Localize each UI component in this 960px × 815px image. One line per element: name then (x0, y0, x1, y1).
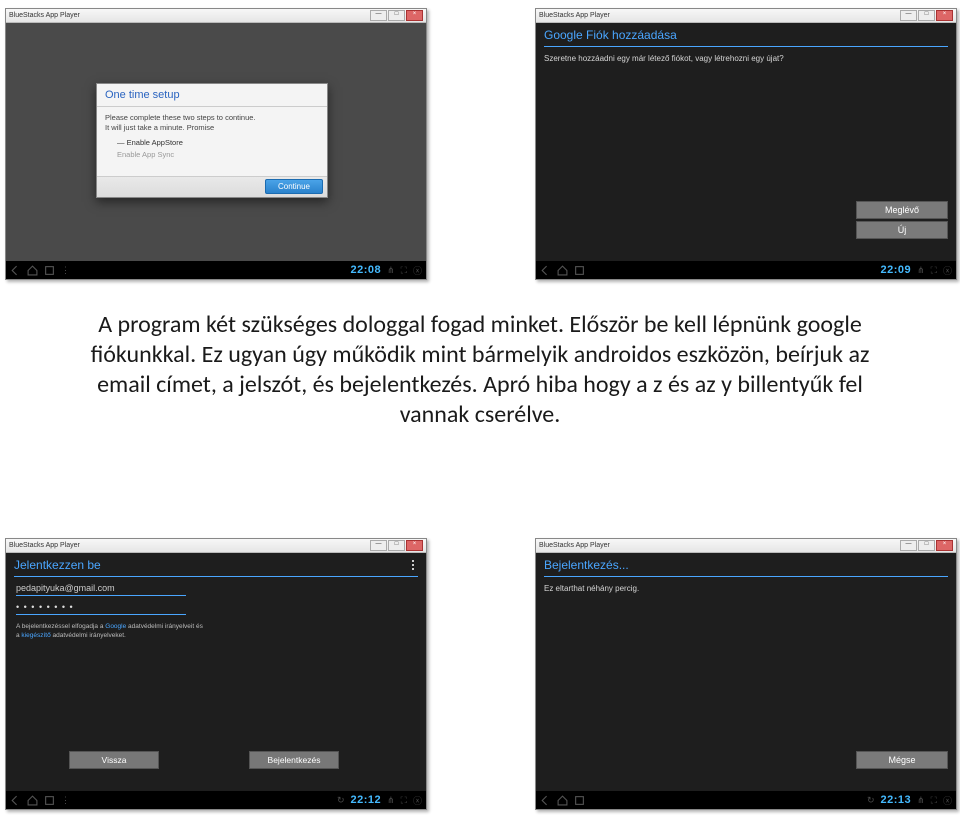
continue-button[interactable]: Continue (265, 179, 323, 194)
recent-apps-icon[interactable] (574, 265, 585, 276)
wait-message: Ez eltarthat néhány percig. (536, 583, 956, 594)
dialog-body: Please complete these two steps to conti… (97, 107, 327, 176)
cancel-button[interactable]: Mégse (856, 751, 948, 769)
window-title: BlueStacks App Player (539, 12, 900, 19)
one-time-setup-dialog: One time setup Please complete these two… (96, 83, 328, 198)
email-field[interactable]: pedapityuka@gmail.com (16, 583, 186, 596)
home-icon[interactable] (557, 795, 568, 806)
window-buttons: — □ × (900, 540, 953, 551)
share-icon[interactable]: ⋔ (387, 265, 395, 276)
sync-icon: ↻ (867, 795, 875, 806)
window-buttons: — □ × (900, 10, 953, 21)
back-icon[interactable] (540, 265, 551, 276)
setup-step-appsync: Enable App Sync (117, 149, 319, 161)
password-field[interactable]: • • • • • • • • (16, 602, 186, 615)
window-close-button[interactable]: × (406, 10, 423, 21)
window-maximize-button[interactable]: □ (388, 540, 405, 551)
android-nav-bar: ⋮ ↻ 22:12 ⋔ ⛶ ⓧ (6, 791, 426, 809)
home-icon[interactable] (557, 265, 568, 276)
back-icon[interactable] (10, 265, 21, 276)
close-icon[interactable]: ⓧ (413, 264, 422, 277)
recent-apps-icon[interactable] (574, 795, 585, 806)
sign-in-button[interactable]: Bejelentkezés (249, 751, 339, 769)
window-maximize-button[interactable]: □ (388, 10, 405, 21)
fullscreen-icon[interactable]: ⛶ (931, 265, 937, 276)
dialog-title: One time setup (97, 84, 327, 106)
home-icon[interactable] (27, 795, 38, 806)
recent-apps-icon[interactable] (44, 265, 55, 276)
close-icon[interactable]: ⓧ (943, 794, 952, 807)
page-title: Google Fiók hozzáadása (536, 23, 956, 46)
back-icon[interactable] (10, 795, 21, 806)
window-titlebar: BlueStacks App Player — □ × (536, 9, 956, 23)
android-nav-bar: ⋮ 22:08 ⋔ ⛶ ⓧ (6, 261, 426, 279)
window-title: BlueStacks App Player (9, 542, 370, 549)
screenshot-one-time-setup: BlueStacks App Player — □ × One time set… (5, 8, 427, 280)
window-titlebar: BlueStacks App Player — □ × (536, 539, 956, 553)
menu-icon[interactable]: ⋮ (61, 265, 70, 276)
app-body: One time setup Please complete these two… (6, 23, 426, 261)
share-icon[interactable]: ⋔ (917, 795, 925, 806)
dialog-line-2: It will just take a minute. Promise (105, 123, 319, 133)
recent-apps-icon[interactable] (44, 795, 55, 806)
window-minimize-button[interactable]: — (370, 10, 387, 21)
window-title: BlueStacks App Player (539, 542, 900, 549)
google-privacy-link[interactable]: Google (105, 623, 126, 630)
close-icon[interactable]: ⓧ (413, 794, 422, 807)
window-close-button[interactable]: × (936, 540, 953, 551)
app-body: Bejelentkezés... Ez eltarthat néhány per… (536, 553, 956, 791)
page-title: Bejelentkezés... (536, 553, 956, 576)
clock: 22:08 (350, 264, 381, 276)
fullscreen-icon[interactable]: ⛶ (401, 265, 407, 276)
android-nav-bar: 22:09 ⋔ ⛶ ⓧ (536, 261, 956, 279)
window-minimize-button[interactable]: — (370, 540, 387, 551)
clock: 22:13 (880, 794, 911, 806)
window-buttons: — □ × (370, 540, 423, 551)
window-titlebar: BlueStacks App Player — □ × (6, 9, 426, 23)
back-button[interactable]: Vissza (69, 751, 159, 769)
home-icon[interactable] (27, 265, 38, 276)
existing-account-button[interactable]: Meglévő (856, 201, 948, 219)
overflow-menu-icon[interactable] (408, 558, 418, 572)
new-account-button[interactable]: Új (856, 221, 948, 239)
menu-icon[interactable]: ⋮ (61, 795, 70, 806)
dialog-line-1: Please complete these two steps to conti… (105, 113, 319, 123)
window-maximize-button[interactable]: □ (918, 540, 935, 551)
window-buttons: — □ × (370, 10, 423, 21)
window-minimize-button[interactable]: — (900, 540, 917, 551)
clock: 22:12 (350, 794, 381, 806)
app-body: Jelentkezzen be pedapityuka@gmail.com • … (6, 553, 426, 791)
screenshot-signing-in: BlueStacks App Player — □ × Bejelentkezé… (535, 538, 957, 810)
window-maximize-button[interactable]: □ (918, 10, 935, 21)
window-close-button[interactable]: × (936, 10, 953, 21)
setup-step-appstore: — Enable AppStore (117, 137, 319, 149)
window-close-button[interactable]: × (406, 540, 423, 551)
app-body: Google Fiók hozzáadása Szeretne hozzáadn… (536, 23, 956, 261)
page-title: Jelentkezzen be (6, 553, 426, 576)
additional-privacy-link[interactable]: kiegészítő (21, 632, 50, 639)
fullscreen-icon[interactable]: ⛶ (401, 795, 407, 806)
close-icon[interactable]: ⓧ (943, 264, 952, 277)
share-icon[interactable]: ⋔ (387, 795, 395, 806)
privacy-fineprint: A bejelentkezéssel elfogadja a Google ad… (16, 623, 246, 641)
sync-icon: ↻ (337, 795, 345, 806)
window-titlebar: BlueStacks App Player — □ × (6, 539, 426, 553)
window-minimize-button[interactable]: — (900, 10, 917, 21)
instruction-paragraph: A program két szükséges dologgal fogad m… (70, 310, 890, 430)
clock: 22:09 (880, 264, 911, 276)
account-question: Szeretne hozzáadni egy már létező fiókot… (536, 53, 956, 64)
screenshot-sign-in: BlueStacks App Player — □ × Jelentkezzen… (5, 538, 427, 810)
share-icon[interactable]: ⋔ (917, 265, 925, 276)
screenshot-add-google-account: BlueStacks App Player — □ × Google Fiók … (535, 8, 957, 280)
back-icon[interactable] (540, 795, 551, 806)
fullscreen-icon[interactable]: ⛶ (931, 795, 937, 806)
window-title: BlueStacks App Player (9, 12, 370, 19)
android-nav-bar: ↻ 22:13 ⋔ ⛶ ⓧ (536, 791, 956, 809)
